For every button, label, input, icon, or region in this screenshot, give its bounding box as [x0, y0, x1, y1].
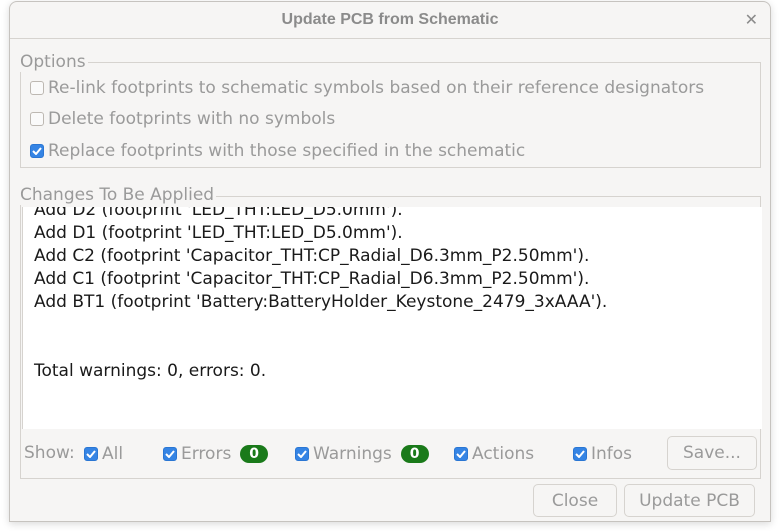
warnings-count-badge: 0	[400, 445, 429, 463]
warnings-checkbox[interactable]	[295, 447, 309, 461]
relink-label: Re-link footprints to schematic symbols …	[48, 78, 705, 98]
filter-bar: Show: All Errors 0 Warnings 0 Actions In…	[22, 433, 761, 473]
show-label: Show:	[24, 443, 75, 463]
delete-checkbox[interactable]	[30, 112, 44, 126]
options-group-label: Options	[20, 52, 88, 72]
report-line: Add BT1 (footprint 'Battery:BatteryHolde…	[34, 292, 608, 312]
close-icon[interactable]: ✕	[745, 10, 758, 29]
dialog-title: Update PCB from Schematic	[281, 11, 499, 28]
errors-checkbox[interactable]	[163, 447, 177, 461]
report-line: Add C1 (footprint 'Capacitor_THT:CP_Radi…	[34, 269, 590, 289]
actions-label: Actions	[472, 444, 535, 464]
delete-footprints-option[interactable]: Delete footprints with no symbols	[30, 109, 335, 129]
filter-all[interactable]: All	[84, 444, 123, 464]
replace-label: Replace footprints with those specified …	[48, 141, 526, 161]
report-line: Add C2 (footprint 'Capacitor_THT:CP_Radi…	[34, 246, 590, 266]
report-line: Add D1 (footprint 'LED_THT:LED_D5.0mm').	[34, 223, 403, 243]
filter-errors[interactable]: Errors 0	[163, 444, 269, 464]
all-checkbox[interactable]	[84, 447, 98, 461]
actions-checkbox[interactable]	[454, 447, 468, 461]
filter-actions[interactable]: Actions	[454, 444, 534, 464]
errors-count-badge: 0	[240, 445, 269, 463]
infos-label: Infos	[591, 444, 633, 464]
replace-checkbox[interactable]	[30, 144, 44, 158]
all-label: All	[102, 444, 124, 464]
delete-label: Delete footprints with no symbols	[48, 109, 336, 129]
update-pcb-button[interactable]: Update PCB	[624, 484, 755, 517]
infos-checkbox[interactable]	[573, 447, 587, 461]
errors-label: Errors	[181, 444, 232, 464]
changes-group-label: Changes To Be Applied	[20, 185, 217, 205]
filter-infos[interactable]: Infos	[573, 444, 632, 464]
title-bar: Update PCB from Schematic ✕	[10, 2, 770, 39]
report-line: Add D2 (footprint 'LED_THT:LED_D5.0mm').	[34, 207, 403, 220]
replace-footprints-option[interactable]: Replace footprints with those specified …	[30, 141, 525, 161]
filter-warnings[interactable]: Warnings 0	[295, 444, 429, 464]
report-summary: Total warnings: 0, errors: 0.	[34, 361, 267, 381]
close-button[interactable]: Close	[533, 484, 617, 517]
relink-footprints-option[interactable]: Re-link footprints to schematic symbols …	[30, 78, 704, 98]
changes-report[interactable]: Add D2 (footprint 'LED_THT:LED_D5.0mm').…	[22, 207, 762, 429]
save-report-button[interactable]: Save...	[667, 436, 757, 470]
update-pcb-dialog: Update PCB from Schematic ✕ Options Re-l…	[9, 1, 771, 522]
relink-checkbox[interactable]	[30, 81, 44, 95]
warnings-label: Warnings	[313, 444, 392, 464]
